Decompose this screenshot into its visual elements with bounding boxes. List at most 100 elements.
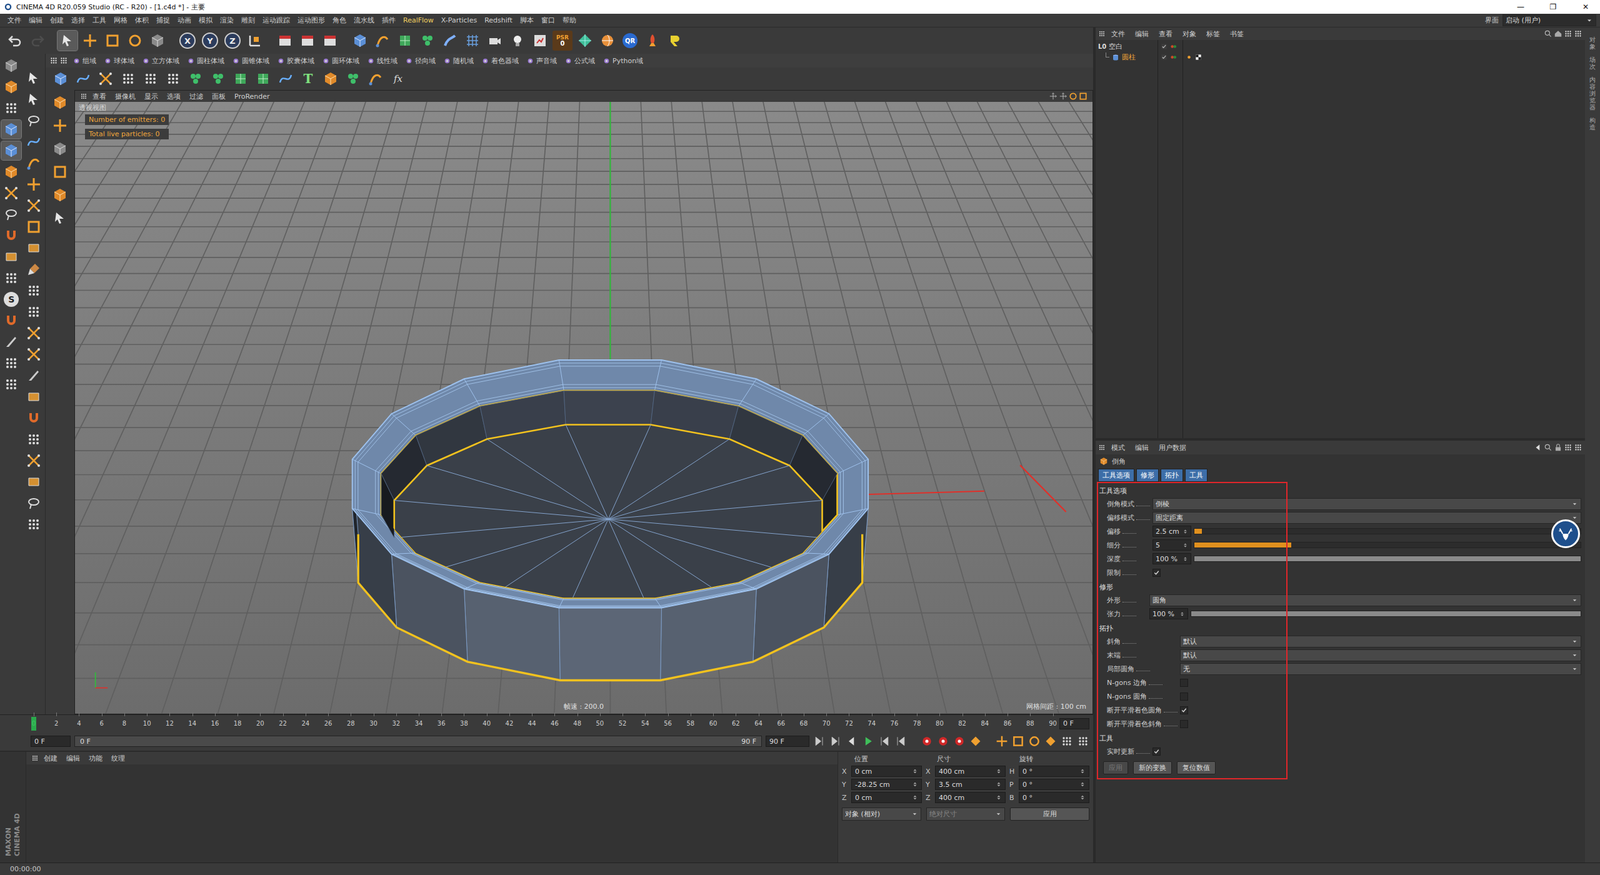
select-tool-button[interactable]: [57, 30, 78, 51]
render-settings-button[interactable]: [320, 30, 340, 51]
checkbox[interactable]: [1152, 568, 1161, 577]
menu-item[interactable]: 工具: [88, 14, 110, 27]
tool-button[interactable]: 新的变换: [1133, 761, 1172, 775]
edit-tool-11-button[interactable]: [23, 302, 44, 322]
frame-range-slider[interactable]: 0 F90 F: [74, 735, 762, 747]
side-tool-1-button[interactable]: [50, 115, 70, 136]
viewport-menu-item[interactable]: 面板: [208, 91, 230, 102]
record-icon[interactable]: [936, 735, 950, 748]
object-menu-item[interactable]: 标签: [1201, 28, 1225, 40]
menu-item[interactable]: 帮助: [558, 14, 580, 27]
mode-0-button[interactable]: [1, 56, 22, 75]
field-item[interactable]: 球体域: [100, 55, 138, 67]
mode-2-button[interactable]: [1, 98, 22, 118]
effector-0-button[interactable]: [320, 68, 341, 89]
attribute-tab[interactable]: 工具: [1185, 468, 1208, 482]
viewport-nav-icon[interactable]: [1068, 91, 1078, 101]
edit-tool-19-button[interactable]: [23, 472, 44, 492]
viewport-menu-item[interactable]: ProRender: [230, 91, 274, 102]
menu-item[interactable]: 窗口: [537, 14, 559, 27]
mograph-10-button[interactable]: [275, 68, 296, 89]
menu-item[interactable]: 模拟: [195, 14, 217, 27]
attribute-menu-item[interactable]: 编辑: [1130, 442, 1154, 454]
dropdown[interactable]: 默认: [1180, 635, 1582, 648]
tool-1-button[interactable]: [1, 332, 22, 352]
coordinate-field[interactable]: 0 °: [1018, 778, 1090, 790]
record-icon[interactable]: [969, 735, 982, 748]
material-menu-item[interactable]: 纹理: [107, 752, 129, 765]
tool-3-button[interactable]: [1, 375, 22, 394]
snap-button[interactable]: S: [1, 290, 22, 309]
transport-icon[interactable]: [894, 735, 907, 748]
viewport-nav-icon[interactable]: [1058, 91, 1068, 101]
transport-icon[interactable]: [861, 735, 875, 748]
field-item[interactable]: 圆锥体域: [228, 55, 273, 67]
menu-item[interactable]: 运动图形: [293, 14, 329, 27]
menu-item[interactable]: 脚本: [516, 14, 538, 27]
qr-button[interactable]: QR: [620, 30, 640, 51]
number-field[interactable]: 100 %: [1152, 553, 1192, 565]
dropdown[interactable]: 默认: [1180, 649, 1582, 662]
material-list[interactable]: [26, 764, 838, 863]
side-tab[interactable]: 内容浏览器: [1589, 76, 1596, 111]
slider-track[interactable]: [1193, 528, 1582, 535]
axis-lock-button[interactable]: Y: [200, 30, 220, 51]
undo-button[interactable]: [5, 30, 25, 51]
edit-tool-13-button[interactable]: [23, 345, 44, 364]
edit-tool-15-button[interactable]: [23, 387, 44, 407]
mograph-0-button[interactable]: [50, 68, 71, 89]
larrow-icon[interactable]: [1533, 443, 1543, 452]
bulb-button[interactable]: [507, 30, 528, 51]
dots-icon[interactable]: [1563, 443, 1573, 452]
pen-button[interactable]: [372, 30, 393, 51]
record-icon[interactable]: [920, 735, 934, 748]
dropdown[interactable]: 无: [1180, 663, 1582, 675]
playhead[interactable]: [31, 716, 37, 731]
coordinate-field[interactable]: 0 °: [1018, 791, 1090, 804]
transport-icon[interactable]: [813, 735, 826, 748]
transport-icon[interactable]: [845, 735, 859, 748]
attribute-menu-item[interactable]: 模式: [1106, 442, 1130, 454]
cube-button[interactable]: [350, 30, 370, 51]
transport-icon[interactable]: [829, 735, 842, 748]
window-control[interactable]: ✕: [1571, 2, 1600, 12]
edit-tool-5-button[interactable]: [23, 175, 44, 194]
dropdown[interactable]: 固定距离: [1152, 511, 1582, 524]
menu-item[interactable]: 运动跟踪: [258, 14, 294, 27]
checkbox[interactable]: [1152, 747, 1161, 756]
object-menu-item[interactable]: 查看: [1154, 28, 1177, 40]
slider-track[interactable]: [1193, 541, 1582, 549]
render-picture-button[interactable]: [297, 30, 318, 51]
side-tool-4-button[interactable]: [50, 185, 70, 205]
mograph-4-button[interactable]: [140, 68, 161, 89]
edit-tool-3-button[interactable]: [23, 132, 44, 152]
dots-icon[interactable]: [1573, 443, 1583, 452]
mograph-7-button[interactable]: [208, 68, 229, 89]
viewport-nav-icon[interactable]: [1078, 91, 1088, 101]
side-tool-3-button[interactable]: [50, 161, 70, 182]
slider-track[interactable]: [1193, 555, 1582, 562]
def-button[interactable]: [440, 30, 460, 51]
field-item[interactable]: 胶囊体域: [273, 55, 318, 67]
scene-button[interactable]: [462, 30, 483, 51]
menu-item[interactable]: 编辑: [25, 14, 47, 27]
mode-6-button[interactable]: [1, 183, 22, 203]
menu-item[interactable]: 动画: [173, 14, 195, 27]
edit-tool-0-button[interactable]: [23, 68, 44, 88]
coordinate-field[interactable]: -28.25 cm: [851, 778, 922, 790]
mode-9-button[interactable]: [1, 247, 22, 267]
side-tool-5-button[interactable]: [50, 208, 70, 229]
coordinate-field[interactable]: 0 cm: [851, 765, 922, 777]
menu-item[interactable]: 渲染: [216, 14, 238, 27]
tool-2-button[interactable]: [1, 353, 22, 373]
layout-dropdown[interactable]: 启动 (用户): [1502, 14, 1597, 27]
field-item[interactable]: Python域: [599, 55, 647, 67]
key-filter-icon[interactable]: [1011, 735, 1025, 748]
key-filter-icon[interactable]: [995, 735, 1009, 748]
axis-lock-button[interactable]: X: [177, 30, 198, 51]
start-frame-field[interactable]: 0 F: [30, 735, 71, 747]
mode-3-button[interactable]: [1, 120, 22, 139]
edit-tool-21-button[interactable]: [23, 515, 44, 534]
checkbox[interactable]: [1180, 720, 1189, 729]
recent-tool-button[interactable]: [147, 30, 168, 51]
